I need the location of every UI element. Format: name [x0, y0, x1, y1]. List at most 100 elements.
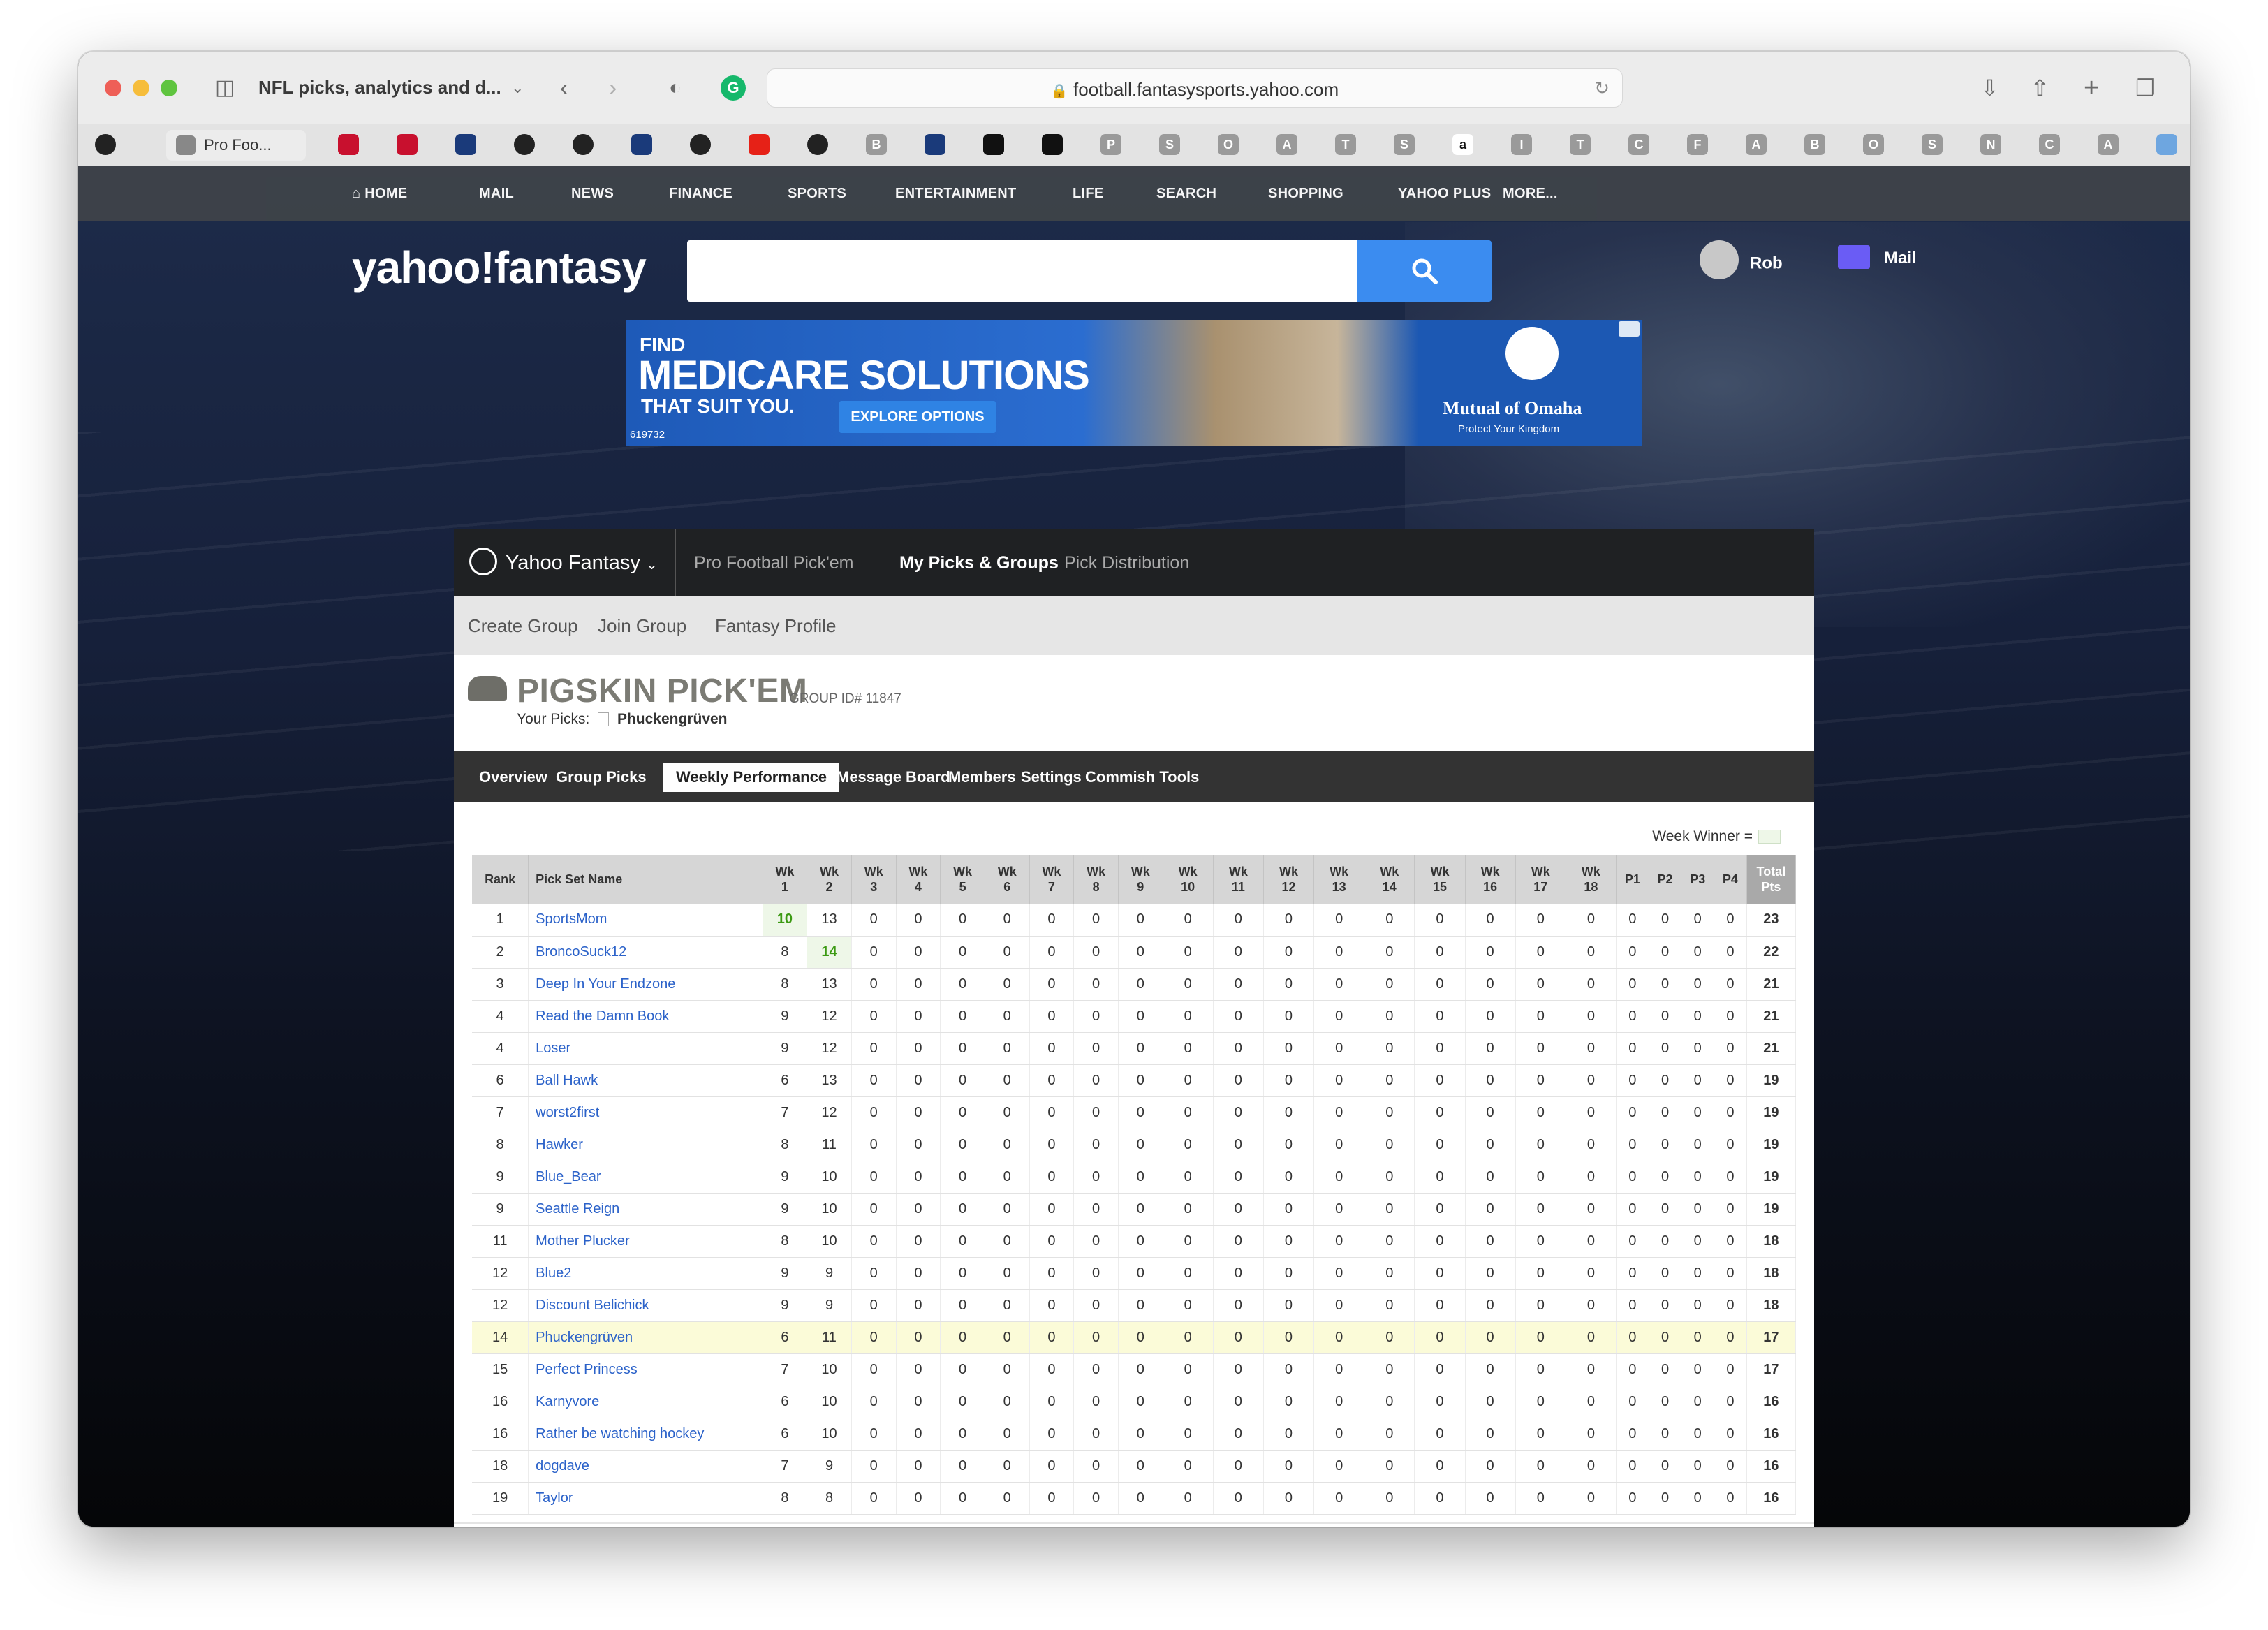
column-header[interactable]: Wk 2 [807, 855, 852, 904]
column-header[interactable]: Wk 17 [1515, 855, 1566, 904]
yahoo-nav-more[interactable]: MORE... [1503, 166, 1558, 221]
nfl-icon[interactable] [455, 134, 476, 155]
share-icon[interactable]: ⇧ [2031, 52, 2049, 124]
bookmark-s-icon[interactable]: S [1922, 134, 1943, 155]
join-group-link[interactable]: Join Group [598, 596, 686, 655]
tab-weekly-performance[interactable]: Weekly Performance [663, 763, 840, 792]
medicare-ad-banner[interactable]: FIND MEDICARE SOLUTIONS THAT SUIT YOU. E… [626, 320, 1642, 446]
active-tab-title[interactable]: NFL picks, analytics and d... [258, 77, 501, 98]
bookmark-c-icon[interactable]: C [1628, 134, 1649, 155]
column-header[interactable]: Wk 3 [851, 855, 897, 904]
tab-overview-icon[interactable]: ❐ [2135, 52, 2156, 124]
column-header[interactable]: Wk 10 [1163, 855, 1214, 904]
yahoo-nav-yahoo-plus[interactable]: YAHOO PLUS [1398, 166, 1491, 221]
bookmark-s-icon[interactable]: S [1394, 134, 1415, 155]
column-header[interactable]: Wk 11 [1213, 855, 1264, 904]
column-header[interactable]: P1 [1616, 855, 1649, 904]
back-icon[interactable]: ‹ [560, 52, 568, 124]
bookmark-t-icon[interactable]: T [1335, 134, 1356, 155]
gear-icon[interactable] [2156, 134, 2177, 155]
column-header[interactable]: Wk 8 [1073, 855, 1119, 904]
column-header[interactable]: Wk 12 [1263, 855, 1315, 904]
espn-icon[interactable] [338, 134, 359, 155]
bookmark-s-icon[interactable]: S [1159, 134, 1180, 155]
bookmark-a-icon[interactable]: a [1452, 134, 1473, 155]
fantasy-nav-link-distribution[interactable]: Pick Distribution [1064, 529, 1189, 596]
grammarly-icon[interactable]: G [721, 75, 746, 101]
bookmark-n-icon[interactable]: N [1980, 134, 2001, 155]
tab-group-picks[interactable]: Group Picks [543, 763, 659, 792]
dot-icon[interactable] [1042, 134, 1063, 155]
zoom-window-button[interactable] [161, 80, 177, 96]
column-header[interactable]: Wk 5 [940, 855, 985, 904]
create-group-link[interactable]: Create Group [468, 596, 578, 655]
reload-icon[interactable]: ↻ [1594, 78, 1610, 99]
new-tab-icon[interactable]: + [2084, 52, 2099, 124]
column-header[interactable]: Total Pts [1746, 855, 1797, 904]
pick-set-name-link[interactable]: Mother Plucker [528, 1225, 763, 1258]
pick-set-name-link[interactable]: SportsMom [528, 904, 763, 937]
pick-set-name-link[interactable]: Phuckengrüven [528, 1321, 763, 1354]
nfl-icon[interactable] [925, 134, 945, 155]
column-header[interactable]: Wk 4 [896, 855, 941, 904]
fantasy-nav-link-my-picks[interactable]: My Picks & Groups [899, 529, 1059, 596]
bookmark-f-icon[interactable]: F [1687, 134, 1708, 155]
column-header[interactable]: Wk 9 [1118, 855, 1163, 904]
fantasy-brand-menu[interactable]: Yahoo Fantasy ⌄ [454, 529, 676, 596]
pick-set-name-link[interactable]: Loser [528, 1032, 763, 1065]
minimize-window-button[interactable] [133, 80, 149, 96]
youtube-icon[interactable] [749, 134, 770, 155]
close-window-button[interactable] [105, 80, 122, 96]
pick-set-name-link[interactable]: Blue_Bear [528, 1161, 763, 1194]
bookmark-o-icon[interactable]: O [1863, 134, 1884, 155]
column-header[interactable]: Wk 13 [1313, 855, 1365, 904]
column-header[interactable]: Wk 6 [985, 855, 1030, 904]
column-header[interactable]: Rank [472, 855, 529, 904]
bookmark-a-icon[interactable]: A [2098, 134, 2119, 155]
pick-set-name-link[interactable]: Deep In Your Endzone [528, 968, 763, 1001]
yahoo-nav-mail[interactable]: MAIL [479, 166, 514, 221]
pick-set-name-link[interactable]: Discount Belichick [528, 1289, 763, 1322]
search-input[interactable] [687, 240, 1357, 302]
pick-set-name-link[interactable]: Ball Hawk [528, 1064, 763, 1097]
fantasy-profile-link[interactable]: Fantasy Profile [715, 596, 836, 655]
pick-set-name-link[interactable]: Perfect Princess [528, 1353, 763, 1386]
column-header[interactable]: Wk 16 [1465, 855, 1516, 904]
github-icon[interactable] [514, 134, 535, 155]
github-icon[interactable] [690, 134, 711, 155]
tab-commish-tools[interactable]: Commish Tools [1073, 763, 1212, 792]
nfl-icon[interactable] [631, 134, 652, 155]
bookmark-b-icon[interactable]: B [866, 134, 887, 155]
ad-explore-button[interactable]: EXPLORE OPTIONS [839, 401, 996, 433]
your-picks-name[interactable]: Phuckengrüven [617, 711, 728, 727]
pick-set-name-link[interactable]: Taylor [528, 1482, 763, 1515]
adchoices-icon[interactable] [1619, 321, 1640, 337]
pick-set-name-link[interactable]: Seattle Reign [528, 1193, 763, 1226]
pick-set-name-link[interactable]: Read the Damn Book [528, 1000, 763, 1033]
pick-set-name-link[interactable]: Blue2 [528, 1257, 763, 1290]
pick-set-name-link[interactable]: dogdave [528, 1450, 763, 1483]
column-header[interactable]: P2 [1649, 855, 1682, 904]
bookmark-a-icon[interactable]: A [1746, 134, 1767, 155]
bookmark-c-icon[interactable]: C [2039, 134, 2060, 155]
yahoo-nav-sports[interactable]: SPORTS [788, 166, 846, 221]
column-header[interactable]: Wk 14 [1364, 855, 1415, 904]
column-header[interactable]: P4 [1714, 855, 1747, 904]
sidebar-icon[interactable]: ◫ [215, 52, 235, 124]
search-button[interactable] [1357, 240, 1492, 302]
mail-link[interactable]: Mail [1838, 244, 1917, 269]
yahoo-fantasy-logo[interactable]: yahoo!fantasy [352, 242, 647, 293]
bookmark-o-icon[interactable]: O [1218, 134, 1239, 155]
yahoo-nav-life[interactable]: LIFE [1073, 166, 1104, 221]
chevron-down-icon[interactable]: ⌄ [511, 52, 524, 124]
address-bar[interactable]: 🔒 football.fantasysports.yahoo.com ↻ [767, 68, 1623, 108]
bookmark-t-icon[interactable]: T [1570, 134, 1591, 155]
column-header[interactable]: P3 [1681, 855, 1715, 904]
yahoo-nav-home[interactable]: ⌂ HOME [352, 166, 407, 221]
espn-icon[interactable] [397, 134, 418, 155]
pinned-tab-pro-football[interactable]: Pro Foo... [166, 130, 306, 161]
yahoo-nav-entertainment[interactable]: ENTERTAINMENT [895, 166, 1017, 221]
bookmark-p-icon[interactable]: P [1100, 134, 1121, 155]
column-header[interactable]: Wk 15 [1414, 855, 1466, 904]
yahoo-nav-news[interactable]: NEWS [571, 166, 614, 221]
